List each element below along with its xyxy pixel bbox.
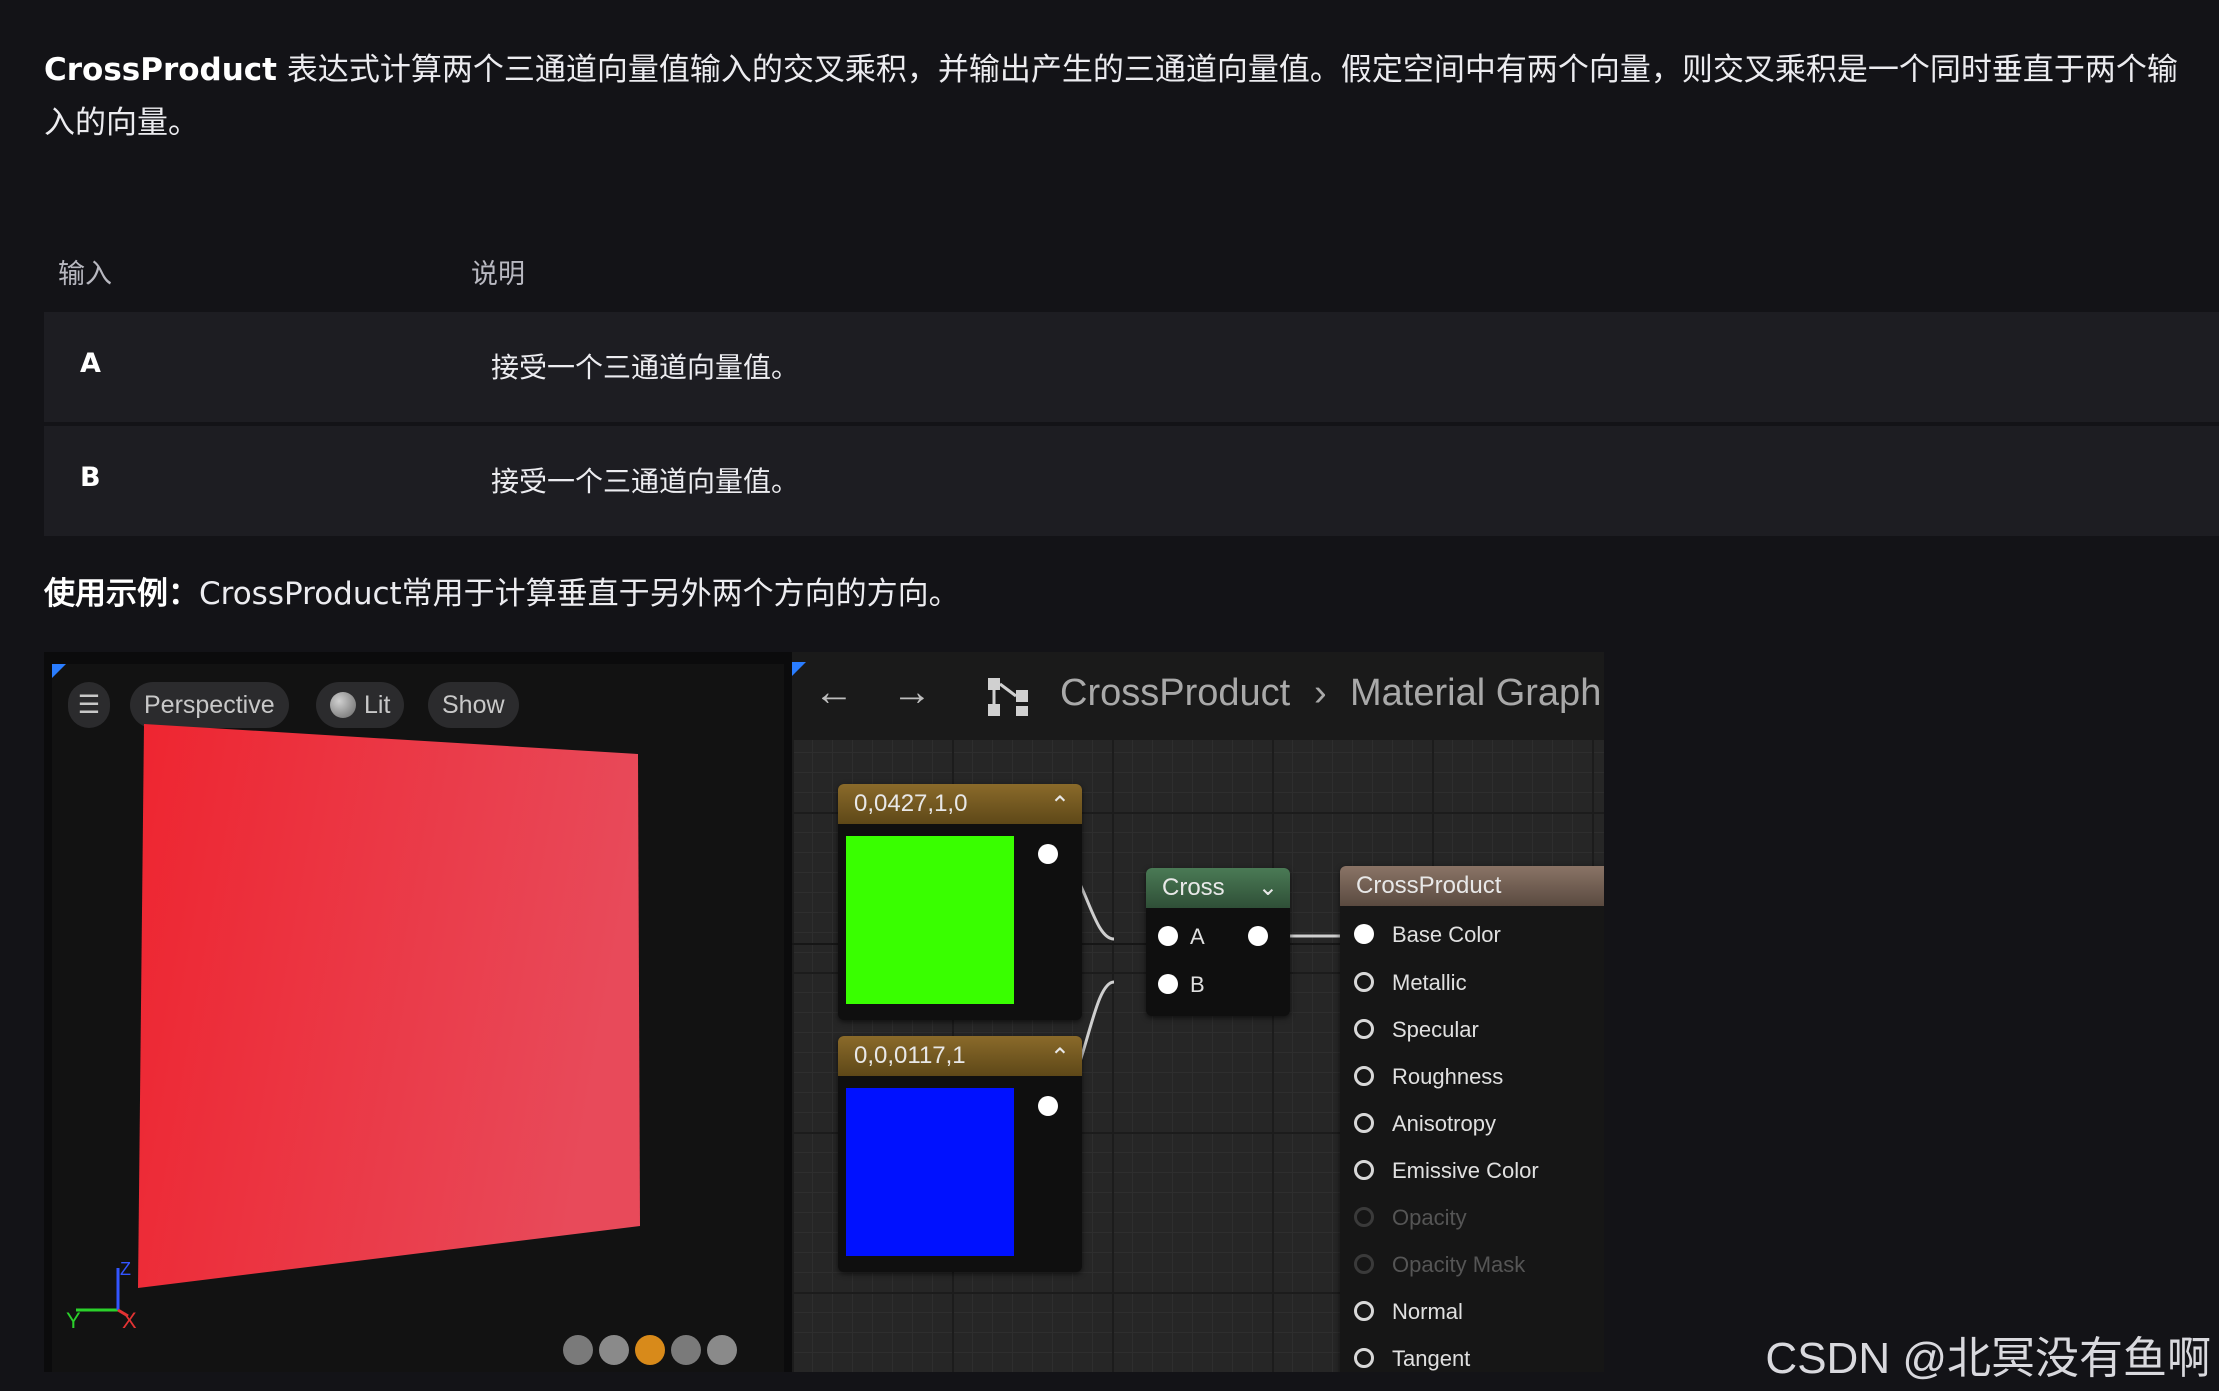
material-pin-emissive-color[interactable] bbox=[1354, 1160, 1374, 1180]
material-pin-opacity bbox=[1354, 1207, 1374, 1227]
material-pin-base-color[interactable] bbox=[1354, 924, 1374, 944]
input-pin-b[interactable] bbox=[1158, 974, 1178, 994]
editor-screenshot: ☰ Perspective Lit Show Y X Z ← → CrossPr… bbox=[44, 652, 1604, 1372]
color-swatch-green bbox=[846, 836, 1014, 1004]
material-pin-normal[interactable] bbox=[1354, 1301, 1374, 1321]
material-pin-label: Normal bbox=[1392, 1299, 1463, 1324]
usage-example-text: CrossProduct常用于计算垂直于另外两个方向的方向。 bbox=[199, 576, 960, 612]
material-pin-label: Opacity Mask bbox=[1392, 1252, 1526, 1277]
axis-z-label: Z bbox=[120, 1259, 131, 1279]
table-cell-value: 接受一个三通道向量值。 bbox=[491, 465, 800, 498]
color-swatch-blue bbox=[846, 1088, 1014, 1256]
axis-y-label: Y bbox=[66, 1308, 81, 1333]
material-pin-tangent[interactable] bbox=[1354, 1348, 1374, 1368]
material-pin-anisotropy[interactable] bbox=[1354, 1113, 1374, 1133]
watermark: CSDN @北冥没有鱼啊 bbox=[1765, 1334, 2211, 1383]
axis-x-label: X bbox=[122, 1308, 137, 1333]
material-pin-opacity-mask bbox=[1354, 1254, 1374, 1274]
output-pin[interactable] bbox=[1038, 844, 1058, 864]
table-cell-value: 接受一个三通道向量值。 bbox=[491, 351, 800, 384]
table-header-input: 输入 bbox=[58, 259, 112, 290]
shape-cylinder-icon[interactable] bbox=[563, 1335, 593, 1365]
material-pin-label: Anisotropy bbox=[1392, 1111, 1496, 1136]
material-graph[interactable]: ← → CrossProduct › Material Graph 0,0427… bbox=[792, 652, 1604, 1372]
collapse-icon[interactable]: ⌃ bbox=[1050, 1038, 1070, 1078]
output-pin[interactable] bbox=[1248, 926, 1268, 946]
shape-custom-icon[interactable] bbox=[707, 1335, 737, 1365]
constant-node-green[interactable]: 0,0427,1,0 ⌃ bbox=[838, 784, 1082, 1020]
table-row: B 接受一个三通道向量值。 bbox=[44, 426, 2219, 536]
material-pin-label: Opacity bbox=[1392, 1205, 1467, 1230]
material-pin-metallic[interactable] bbox=[1354, 972, 1374, 992]
constant-value-label: 0,0,0117,1 bbox=[854, 1042, 966, 1069]
preview-viewport[interactable]: ☰ Perspective Lit Show Y X Z bbox=[52, 664, 784, 1372]
output-pin[interactable] bbox=[1038, 1096, 1058, 1116]
material-output-node[interactable]: CrossProduct Base Color Metallic Specula… bbox=[1340, 866, 1604, 1372]
intro-term: CrossProduct bbox=[44, 52, 277, 88]
input-pin-a[interactable] bbox=[1158, 926, 1178, 946]
table-cell-key: B bbox=[80, 462, 101, 493]
cross-node[interactable]: Cross ⌄ A B bbox=[1146, 868, 1290, 1016]
constant-value-label: 0,0427,1,0 bbox=[854, 790, 968, 817]
material-pin-label: Roughness bbox=[1392, 1064, 1504, 1089]
material-pin-label: Metallic bbox=[1392, 970, 1467, 995]
input-pin-b-label: B bbox=[1190, 972, 1205, 997]
material-pin-roughness[interactable] bbox=[1354, 1066, 1374, 1086]
material-pin-specular[interactable] bbox=[1354, 1019, 1374, 1039]
material-pin-label: Emissive Color bbox=[1392, 1158, 1539, 1183]
table-row: A 接受一个三通道向量值。 bbox=[44, 312, 2219, 422]
material-node-header: CrossProduct bbox=[1340, 866, 1604, 906]
material-pin-label: Base Color bbox=[1392, 922, 1501, 947]
shape-sphere-icon[interactable] bbox=[599, 1335, 629, 1365]
chevron-down-icon[interactable]: ⌄ bbox=[1258, 868, 1278, 908]
shape-plane-icon[interactable] bbox=[635, 1335, 665, 1365]
preview-surface bbox=[76, 724, 737, 1365]
material-pin-label: Specular bbox=[1392, 1017, 1479, 1042]
table-cell-key: A bbox=[80, 348, 101, 379]
intro-paragraph: CrossProduct 表达式计算两个三通道向量值输入的交叉乘积，并输出产生的… bbox=[44, 44, 2204, 150]
table-header-desc: 说明 bbox=[471, 259, 525, 290]
usage-example-label: 使用示例： bbox=[44, 576, 199, 612]
intro-text: 表达式计算两个三通道向量值输入的交叉乘积，并输出产生的三通道向量值。假定空间中有… bbox=[44, 52, 2178, 141]
cross-node-title: Cross bbox=[1162, 874, 1225, 901]
constant-node-blue[interactable]: 0,0,0117,1 ⌃ bbox=[838, 1036, 1082, 1272]
usage-example: 使用示例：CrossProduct常用于计算垂直于另外两个方向的方向。 bbox=[44, 568, 960, 613]
red-plane bbox=[138, 724, 640, 1288]
collapse-icon[interactable]: ⌃ bbox=[1050, 786, 1070, 826]
input-pin-a-label: A bbox=[1190, 924, 1205, 949]
cross-node-header: Cross ⌄ bbox=[1146, 868, 1290, 908]
material-pin-label: Tangent bbox=[1392, 1346, 1471, 1371]
constant-node-header: 0,0,0117,1 ⌃ bbox=[838, 1036, 1082, 1076]
constant-node-header: 0,0427,1,0 ⌃ bbox=[838, 784, 1082, 824]
shape-cube-icon[interactable] bbox=[671, 1335, 701, 1365]
